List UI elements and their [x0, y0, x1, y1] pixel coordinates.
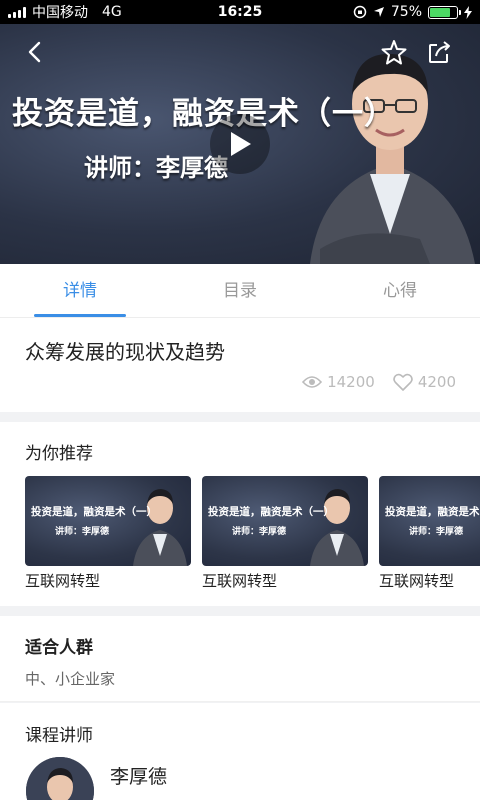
- charging-icon: [464, 5, 472, 19]
- share-button[interactable]: [426, 38, 454, 66]
- lecturer-avatar[interactable]: [26, 757, 94, 800]
- lecturer-heading: 课程讲师: [25, 726, 93, 746]
- video-player[interactable]: 投资是道，融资是术（一） 讲师：李厚德: [0, 24, 480, 264]
- star-icon: [381, 40, 407, 65]
- favorite-button[interactable]: [380, 38, 408, 66]
- course-info: 众筹发展的现状及趋势 14200 4200: [0, 318, 480, 412]
- recommend-card[interactable]: 投资是道，融资是术（一） 讲师：李厚德 互联网转型: [202, 476, 368, 591]
- back-button[interactable]: [20, 38, 48, 66]
- presenter-image: [310, 53, 475, 264]
- eye-icon: [302, 376, 323, 388]
- play-icon: [231, 132, 251, 156]
- course-title: 众筹发展的现状及趋势: [25, 340, 225, 364]
- tab-catalog[interactable]: 目录: [160, 264, 320, 317]
- video-title: 投资是道，融资是术（一）: [12, 96, 396, 132]
- recommend-label: 互联网转型: [202, 572, 278, 590]
- recommend-label: 互联网转型: [25, 572, 101, 590]
- recommend-thumbnail: 投资是道，融资是术（一） 讲师：李厚德: [379, 476, 480, 566]
- signal-icon: [8, 6, 26, 18]
- recommend-card[interactable]: 投资是道，融资是术（一） 讲师：李厚德 互联网转型: [379, 476, 480, 591]
- recommend-heading: 为你推荐: [25, 444, 93, 464]
- battery-icon: [428, 5, 461, 19]
- recommend-thumb-title: 投资是道，融资是术（一）: [208, 506, 334, 518]
- recommend-card[interactable]: 投资是道，融资是术（一） 讲师：李厚德 互联网转型: [25, 476, 191, 591]
- battery-percent: 75%: [390, 4, 422, 20]
- audience-heading: 适合人群: [25, 638, 93, 658]
- audience-section: 适合人群 中、小企业家: [0, 616, 480, 702]
- recommend-label: 互联网转型: [379, 572, 455, 590]
- tab-notes[interactable]: 心得: [320, 264, 480, 317]
- like-count-value: 4200: [417, 373, 456, 391]
- recommend-list: 投资是道，融资是术（一） 讲师：李厚德 互联网转型 投资是道，融资是术（一） 讲…: [25, 476, 480, 591]
- tab-details[interactable]: 详情: [0, 264, 160, 317]
- recommend-thumbnail: 投资是道，融资是术（一） 讲师：李厚德: [202, 476, 368, 566]
- avatar-image: [26, 757, 94, 800]
- recommend-thumbnail: 投资是道，融资是术（一） 讲师：李厚德: [25, 476, 191, 566]
- recommend-thumb-subtitle: 讲师：李厚德: [55, 527, 110, 537]
- audience-text: 中、小企业家: [25, 670, 116, 688]
- video-lecturer: 讲师：李厚德: [84, 154, 228, 182]
- location-icon: [373, 7, 384, 17]
- recommend-thumb-subtitle: 讲师：李厚德: [232, 527, 287, 537]
- recommend-thumb-title: 投资是道，融资是术（一）: [31, 506, 157, 518]
- share-icon: [429, 41, 450, 63]
- lecturer-section: 课程讲师 李厚德: [0, 703, 480, 800]
- like-count[interactable]: 4200: [393, 373, 456, 391]
- lecturer-name: 李厚德: [110, 766, 168, 788]
- network-label: 4G: [102, 4, 122, 20]
- recommend-section: 为你推荐 投资是道，融资是术（一） 讲师：李厚德 互联网转型 投资是道，融资是术…: [0, 422, 480, 606]
- orientation-lock-icon: [353, 5, 367, 19]
- recommend-thumb-title: 投资是道，融资是术（一）: [385, 506, 480, 518]
- tab-bar: 详情 目录 心得: [0, 264, 480, 318]
- view-count: 14200: [302, 373, 375, 391]
- play-button[interactable]: [210, 114, 270, 174]
- view-count-value: 14200: [327, 373, 375, 391]
- status-bar: 中国移动 4G 16:25 75%: [0, 0, 480, 24]
- back-icon: [28, 41, 41, 63]
- presenter-thumb-image: [133, 489, 187, 566]
- carrier-label: 中国移动: [32, 5, 88, 21]
- recommend-thumb-subtitle: 讲师：李厚德: [409, 527, 464, 537]
- presenter-thumb-image: [310, 489, 364, 566]
- heart-icon: [393, 373, 413, 391]
